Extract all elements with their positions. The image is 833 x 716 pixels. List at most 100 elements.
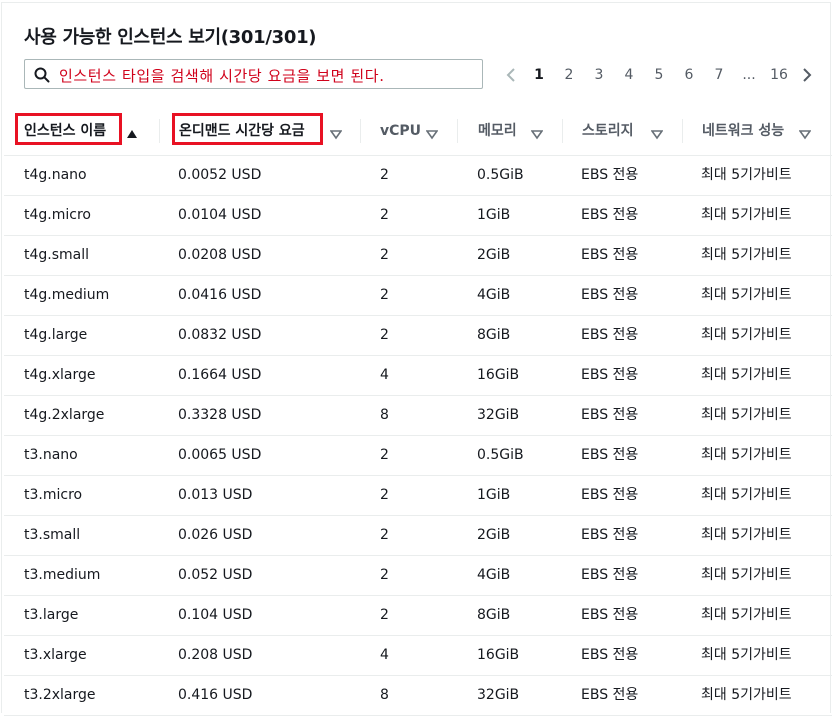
table-row[interactable]: t4g.small 0.0208 USD 2 2GiB EBS 전용 최대 5기가비트: [4, 235, 832, 276]
cell-hourly-price: 0.1664 USD: [178, 367, 262, 383]
cell-storage: EBS 전용: [581, 287, 639, 303]
table-row[interactable]: t4g.xlarge 0.1664 USD 4 16GiB EBS 전용 최대 5기가비트: [4, 355, 832, 396]
cell-instance-name: t3.micro: [24, 487, 83, 503]
cell-storage: EBS 전용: [581, 167, 639, 183]
cell-memory: 0.5GiB: [477, 447, 524, 463]
column-header-vcpu[interactable]: vCPU: [380, 107, 421, 155]
highlight-box-hourly-price: [172, 113, 323, 145]
cell-memory: 32GiB: [477, 407, 520, 423]
search-icon: [34, 67, 50, 83]
cell-memory: 2GiB: [477, 527, 511, 543]
page-6-button[interactable]: 6: [677, 63, 701, 87]
cell-memory: 8GiB: [477, 327, 511, 343]
table-row[interactable]: t4g.micro 0.0104 USD 2 1GiB EBS 전용 최대 5기가비트: [4, 195, 832, 236]
sort-caret-down-icon[interactable]: [425, 125, 439, 140]
highlight-box-instance-name: [15, 113, 122, 145]
page-4-button[interactable]: 4: [617, 63, 641, 87]
cell-hourly-price: 0.0832 USD: [178, 327, 262, 343]
chevron-left-icon: [504, 68, 518, 87]
table-row[interactable]: t4g.2xlarge 0.3328 USD 8 32GiB EBS 전용 최대 5기가비…: [4, 395, 832, 436]
chevron-right-icon: [800, 68, 814, 87]
cell-memory: 1GiB: [477, 487, 511, 503]
cell-storage: EBS 전용: [581, 367, 639, 383]
cell-vcpu: 2: [380, 167, 389, 183]
column-header-memory[interactable]: 메모리: [478, 107, 517, 155]
sort-ascending-icon[interactable]: [126, 125, 138, 138]
table-row[interactable]: t4g.medium 0.0416 USD 2 4GiB EBS 전용 최대 5기가비트: [4, 275, 832, 316]
cell-memory: 32GiB: [477, 687, 520, 703]
table-row[interactable]: t3.large 0.104 USD 2 8GiB EBS 전용 최대 5기가비트: [4, 595, 832, 636]
cell-storage: EBS 전용: [581, 487, 639, 503]
cell-storage: EBS 전용: [581, 247, 639, 263]
sort-caret-down-icon[interactable]: [798, 125, 812, 140]
cell-network: 최대 5기가비트: [701, 687, 792, 703]
cell-memory: 0.5GiB: [477, 167, 524, 183]
cell-hourly-price: 0.0208 USD: [178, 247, 262, 263]
cell-vcpu: 2: [380, 207, 389, 223]
cell-storage: EBS 전용: [581, 607, 639, 623]
cell-hourly-price: 0.3328 USD: [178, 407, 262, 423]
cell-memory: 16GiB: [477, 367, 520, 383]
page-3-button[interactable]: 3: [587, 63, 611, 87]
cell-vcpu: 2: [380, 247, 389, 263]
cell-hourly-price: 0.416 USD: [178, 687, 253, 703]
cell-vcpu: 2: [380, 607, 389, 623]
cell-memory: 16GiB: [477, 647, 520, 663]
cell-hourly-price: 0.013 USD: [178, 487, 253, 503]
column-divider: [562, 119, 563, 143]
cell-instance-name: t3.medium: [24, 567, 101, 583]
cell-memory: 1GiB: [477, 207, 511, 223]
instance-table-panel: 사용 가능한 인스턴스 보기(301/301) 인스턴스 타입을 검색해 시간당…: [1, 2, 832, 716]
cell-network: 최대 5기가비트: [701, 207, 792, 223]
cell-instance-name: t4g.medium: [24, 287, 110, 303]
sort-caret-down-icon[interactable]: [329, 125, 343, 140]
cell-instance-name: t3.small: [24, 527, 81, 543]
column-header-storage[interactable]: 스토리지: [582, 107, 634, 155]
page-16-button[interactable]: 16: [767, 63, 791, 87]
cell-storage: EBS 전용: [581, 447, 639, 463]
search-value: 인스턴스 타입을 검색해 시간당 요금을 보면 된다.: [59, 67, 385, 85]
page-2-button[interactable]: 2: [557, 63, 581, 87]
cell-network: 최대 5기가비트: [701, 167, 792, 183]
table-row[interactable]: t3.small 0.026 USD 2 2GiB EBS 전용 최대 5기가비트: [4, 515, 832, 556]
cell-storage: EBS 전용: [581, 207, 639, 223]
table-row[interactable]: t3.medium 0.052 USD 2 4GiB EBS 전용 최대 5기가비트: [4, 555, 832, 596]
cell-instance-name: t3.large: [24, 607, 79, 623]
cell-storage: EBS 전용: [581, 567, 639, 583]
cell-network: 최대 5기가비트: [701, 247, 792, 263]
cell-memory: 2GiB: [477, 247, 511, 263]
column-divider: [159, 119, 160, 143]
cell-hourly-price: 0.052 USD: [178, 567, 253, 583]
cell-vcpu: 8: [380, 687, 389, 703]
sort-caret-down-icon[interactable]: [650, 125, 664, 140]
page-7-button[interactable]: 7: [707, 63, 731, 87]
table-row[interactable]: t3.nano 0.0065 USD 2 0.5GiB EBS 전용 최대 5기가비트: [4, 435, 832, 476]
page-1-button[interactable]: 1: [527, 63, 551, 87]
table-row[interactable]: t3.xlarge 0.208 USD 4 16GiB EBS 전용 최대 5기가비트: [4, 635, 832, 676]
cell-instance-name: t4g.small: [24, 247, 90, 263]
column-header-network[interactable]: 네트워크 성능: [702, 107, 784, 155]
table-row[interactable]: t3.micro 0.013 USD 2 1GiB EBS 전용 최대 5기가비트: [4, 475, 832, 516]
next-page-button[interactable]: [795, 63, 819, 87]
cell-instance-name: t4g.large: [24, 327, 88, 343]
column-divider: [360, 119, 361, 143]
cell-vcpu: 4: [380, 647, 389, 663]
cell-network: 최대 5기가비트: [701, 487, 792, 503]
cell-vcpu: 2: [380, 447, 389, 463]
column-divider: [682, 119, 683, 143]
table-row[interactable]: t4g.large 0.0832 USD 2 8GiB EBS 전용 최대 5기가비트: [4, 315, 832, 356]
cell-memory: 4GiB: [477, 287, 511, 303]
table-row[interactable]: t4g.nano 0.0052 USD 2 0.5GiB EBS 전용 최대 5기가비트: [4, 155, 832, 196]
search-input[interactable]: 인스턴스 타입을 검색해 시간당 요금을 보면 된다.: [24, 59, 483, 89]
table-row[interactable]: t3.2xlarge 0.416 USD 8 32GiB EBS 전용 최대 5기가비트: [4, 675, 832, 716]
cell-vcpu: 2: [380, 287, 389, 303]
cell-network: 최대 5기가비트: [701, 647, 792, 663]
cell-vcpu: 4: [380, 367, 389, 383]
prev-page-button[interactable]: [499, 63, 523, 87]
cell-vcpu: 2: [380, 527, 389, 543]
cell-instance-name: t4g.nano: [24, 167, 87, 183]
sort-caret-down-icon[interactable]: [530, 125, 544, 140]
page-ellipsis: ...: [742, 67, 756, 83]
cell-storage: EBS 전용: [581, 647, 639, 663]
page-5-button[interactable]: 5: [647, 63, 671, 87]
